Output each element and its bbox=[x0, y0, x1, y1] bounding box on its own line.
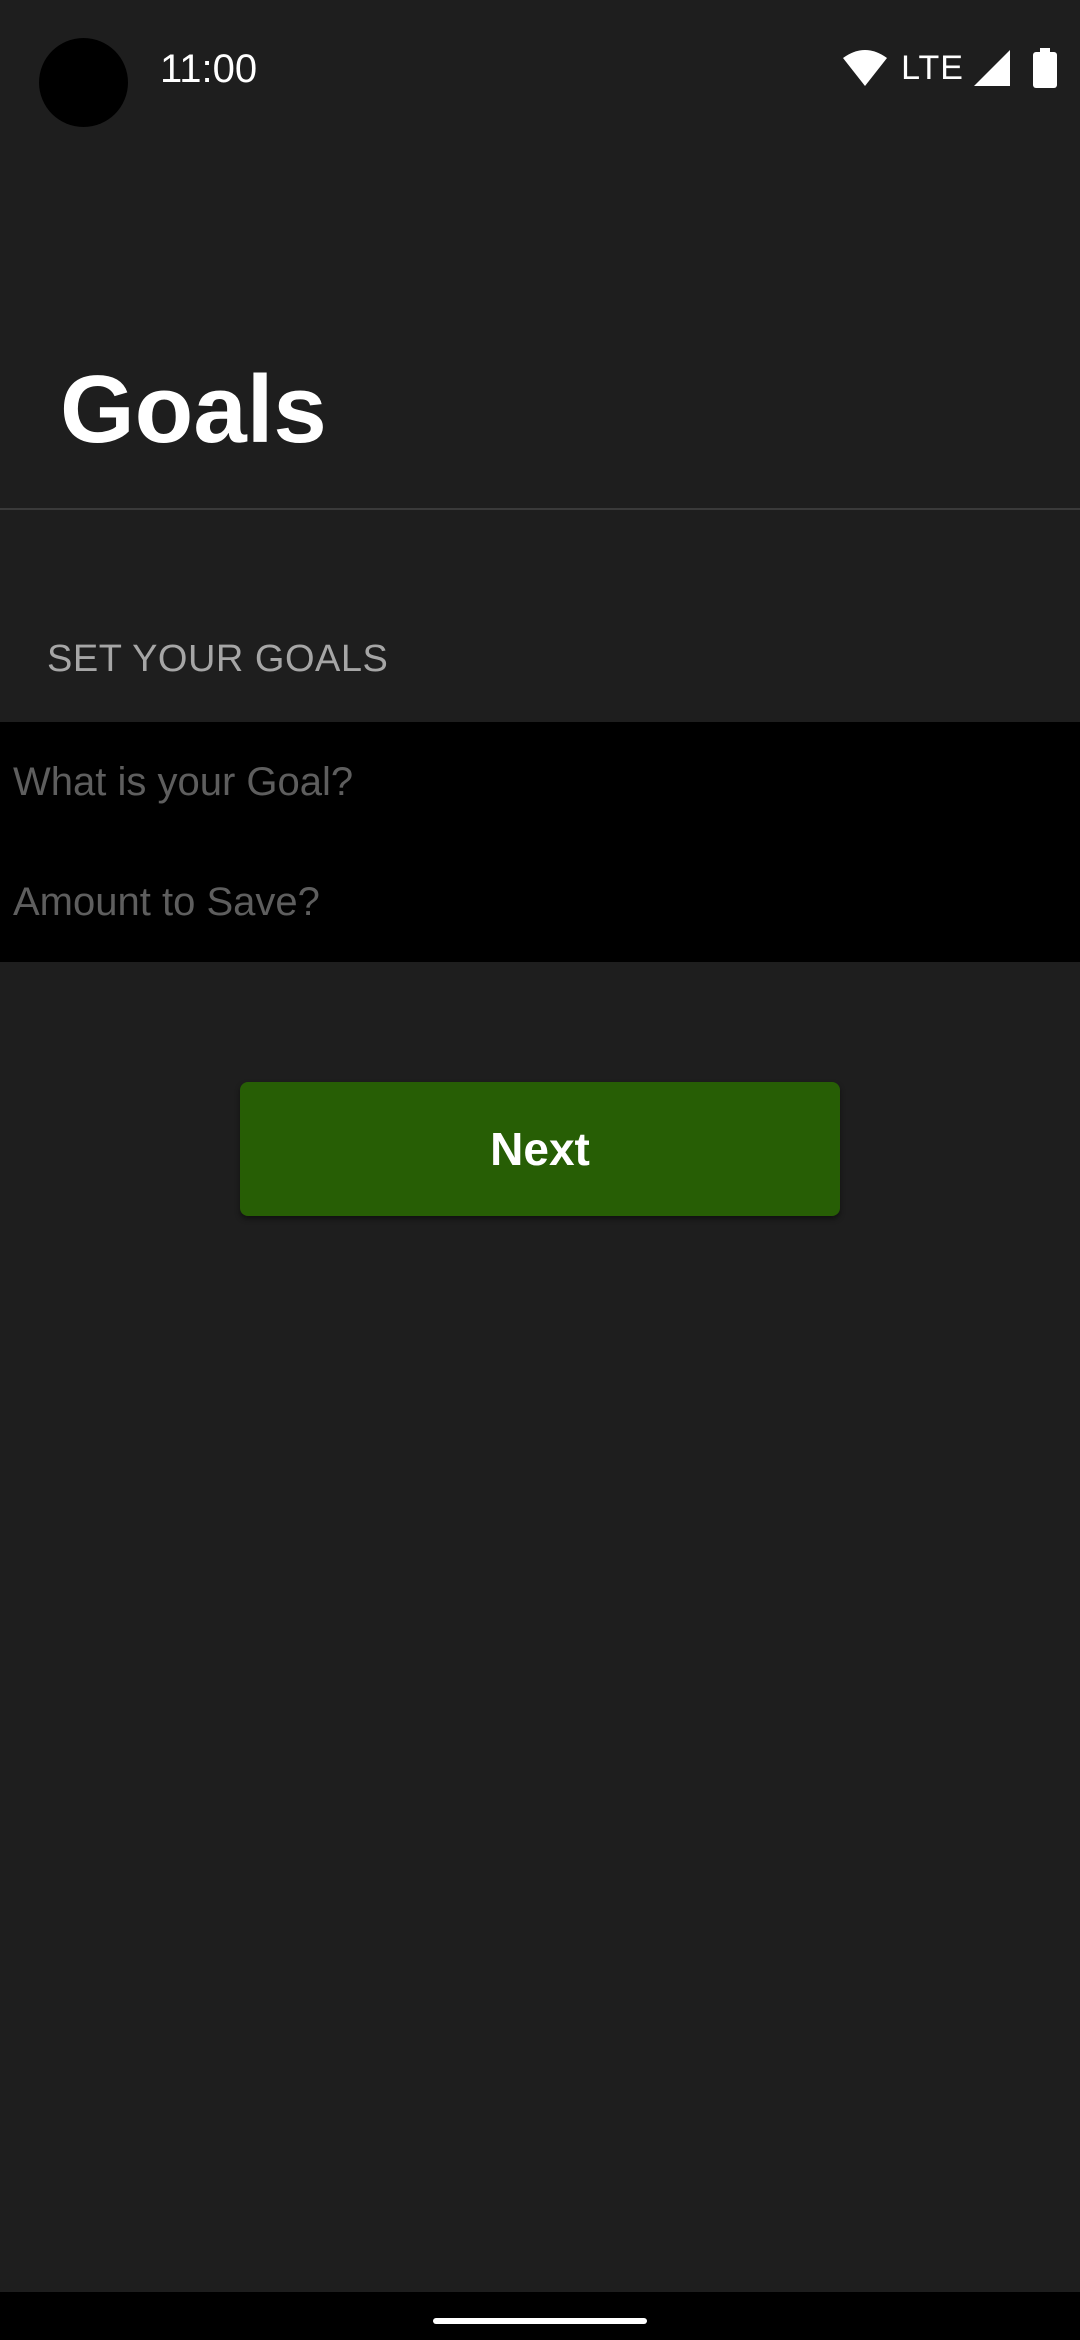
navigation-bar bbox=[0, 2292, 1080, 2340]
goal-input[interactable] bbox=[0, 722, 1080, 842]
status-icons: LTE bbox=[841, 46, 1058, 90]
next-button[interactable]: Next bbox=[240, 1082, 840, 1216]
section-header: SET YOUR GOALS bbox=[47, 638, 389, 680]
header-divider bbox=[0, 508, 1080, 510]
signal-icon bbox=[974, 50, 1010, 86]
battery-icon bbox=[1033, 48, 1057, 88]
goals-screen: 11:00 LTE Goals SET YOUR GOALS Next bbox=[0, 0, 1080, 2340]
amount-input[interactable] bbox=[0, 842, 1080, 962]
page-title: Goals bbox=[60, 356, 327, 463]
wifi-icon bbox=[843, 50, 888, 86]
camera-cutout bbox=[39, 38, 128, 127]
home-gesture-handle[interactable] bbox=[433, 2318, 647, 2324]
goal-form bbox=[0, 722, 1080, 962]
lte-label: LTE bbox=[901, 49, 964, 87]
status-bar: 11:00 LTE bbox=[0, 0, 1080, 140]
status-time: 11:00 bbox=[160, 47, 258, 91]
